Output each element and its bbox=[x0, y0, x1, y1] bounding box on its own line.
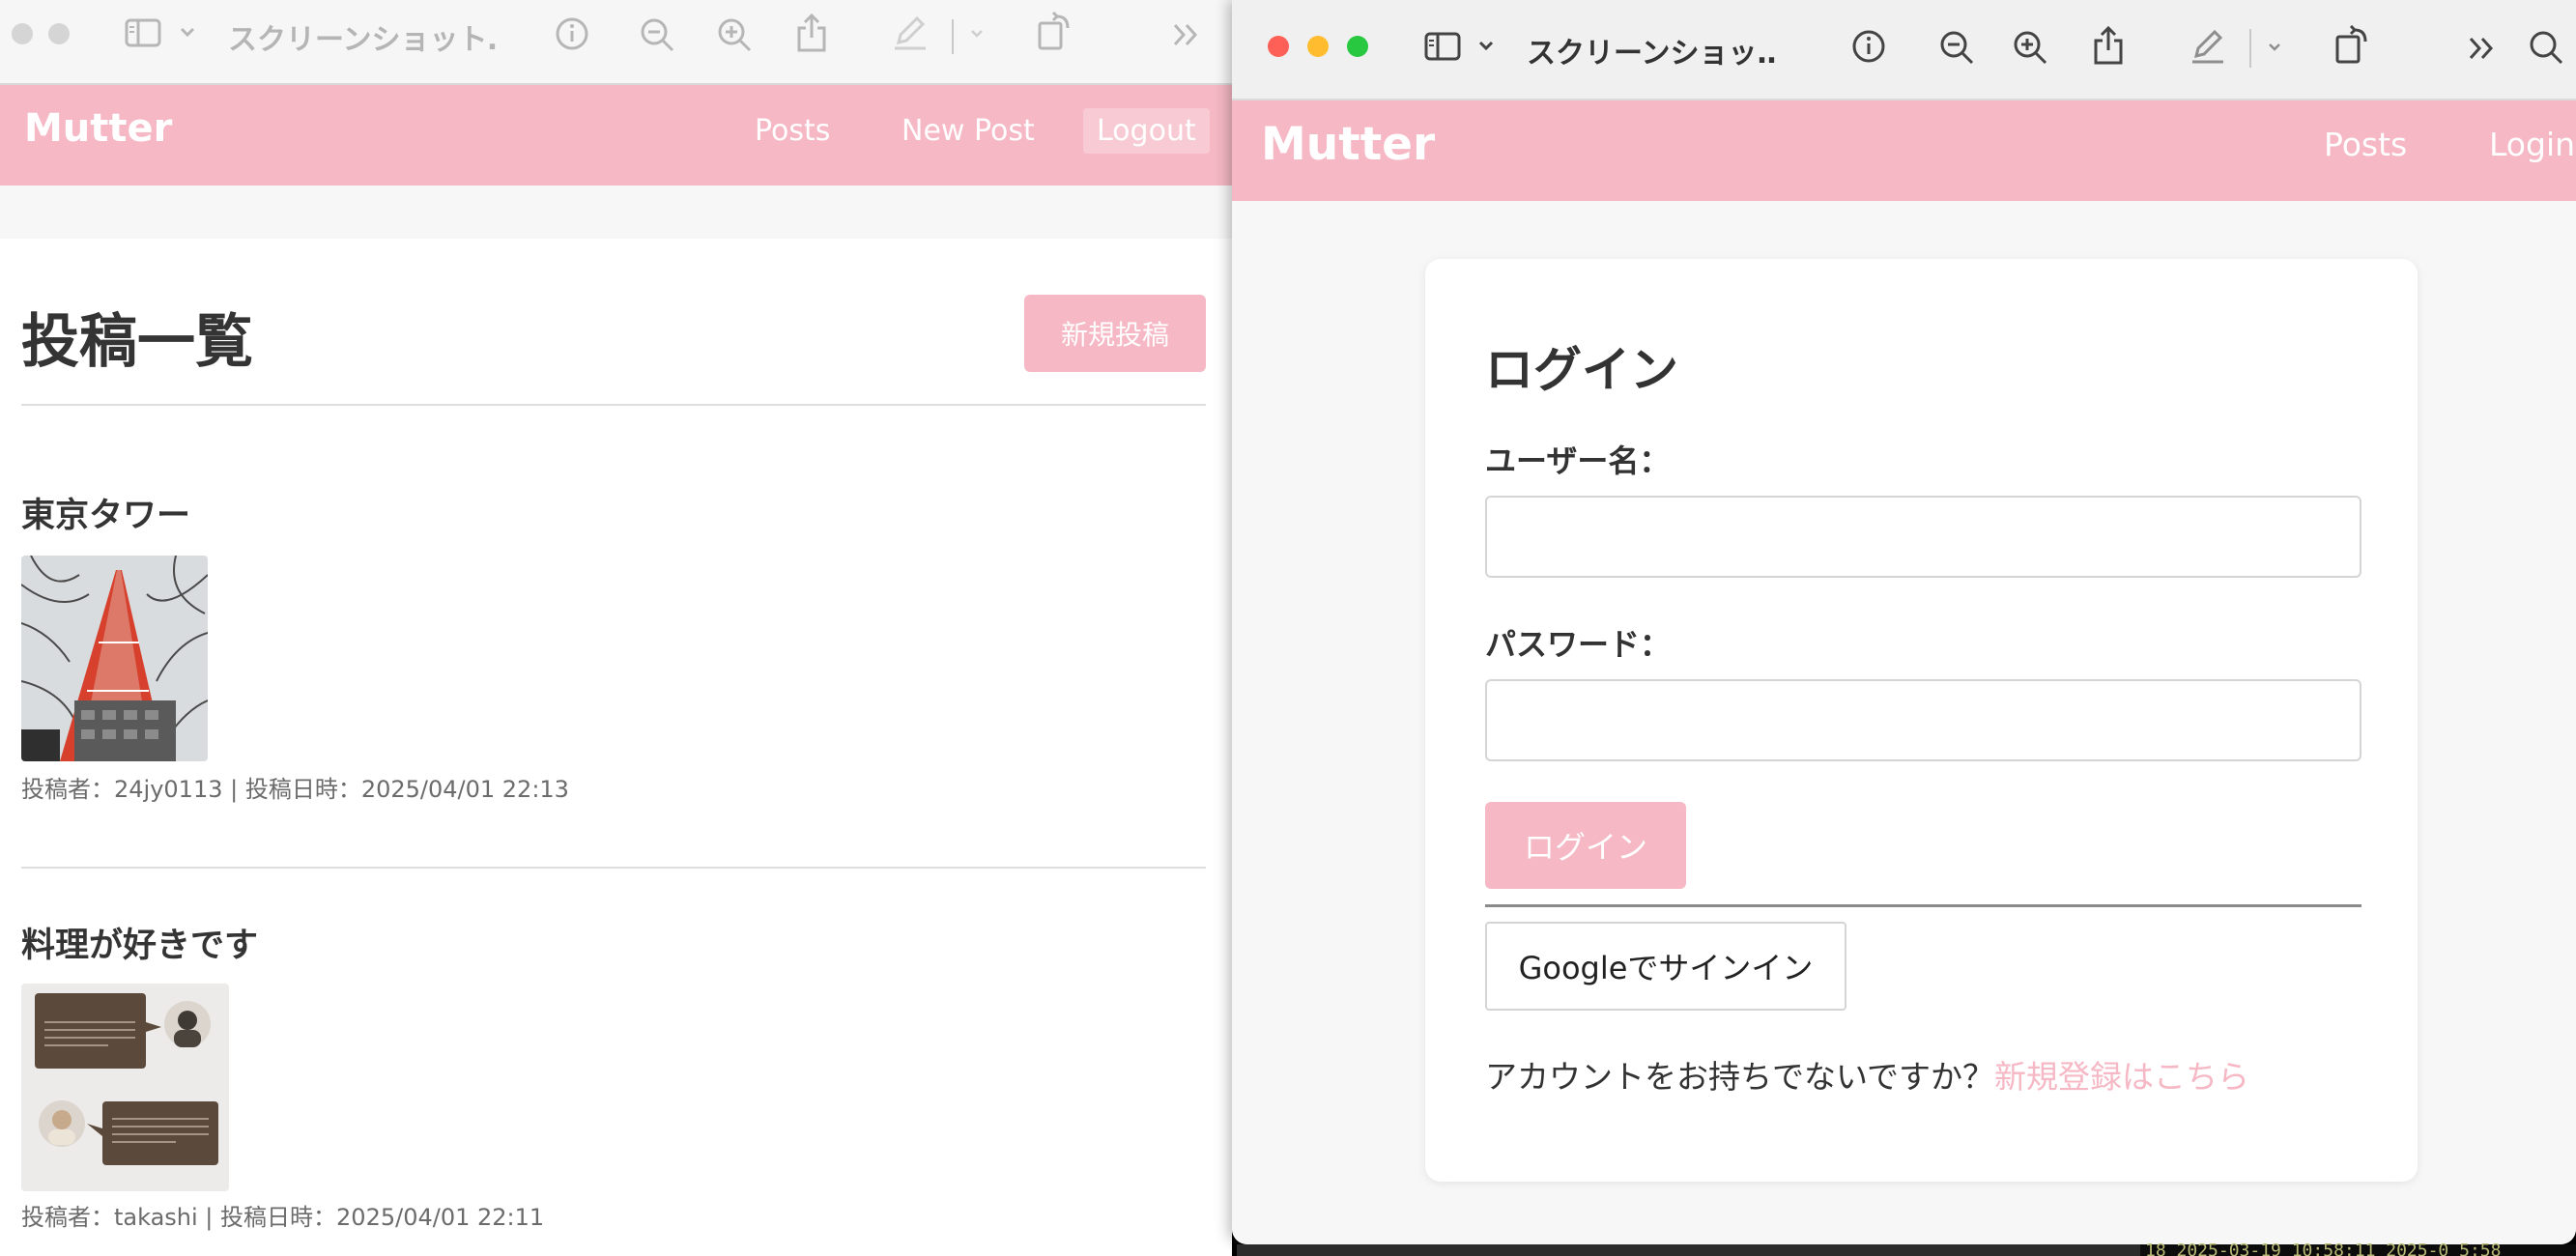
zoom-out-icon[interactable] bbox=[638, 15, 676, 54]
right-window-toolbar: スクリーンショッ… bbox=[1232, 0, 2576, 100]
username-label: ユーザー名： bbox=[1485, 442, 1671, 479]
chevron-down-icon[interactable] bbox=[177, 21, 198, 43]
info-icon[interactable] bbox=[1850, 28, 1887, 65]
window-title: スクリーンショッ… bbox=[1527, 37, 1778, 71]
minimize-button[interactable] bbox=[1307, 36, 1329, 57]
share-icon[interactable] bbox=[2091, 24, 2126, 67]
signup-prompt: アカウントをお持ちでないですか？ bbox=[1485, 1058, 1995, 1096]
signup-link[interactable]: 新規登録はこちら bbox=[1994, 1058, 2249, 1096]
app-navbar: Mutter Posts Login bbox=[1232, 100, 2576, 201]
post-meta: 投稿者：takashi | 投稿日時：2025/04/01 22:11 bbox=[21, 1204, 545, 1231]
right-browser-window: スクリーンショッ… Mutter Posts Login ログイン ユーザー名：… bbox=[1232, 0, 2576, 1244]
post-title: 東京タワー bbox=[21, 497, 191, 535]
divider bbox=[1485, 904, 2361, 907]
zoom-in-icon[interactable] bbox=[715, 15, 754, 54]
password-input[interactable] bbox=[1485, 679, 2361, 761]
page-title: 投稿一覧 bbox=[21, 308, 253, 376]
terminal-text: 18 2025-03-19 10:58:11 2025-0 5:58 bbox=[2145, 1241, 2502, 1256]
divider bbox=[21, 867, 1206, 869]
login-button[interactable]: ログイン bbox=[1485, 802, 1686, 889]
zoom-in-icon[interactable] bbox=[2011, 28, 2049, 67]
chevron-down-icon[interactable] bbox=[1475, 35, 1497, 56]
brand-logo[interactable]: Mutter bbox=[24, 106, 172, 151]
sidebar-icon[interactable] bbox=[1423, 29, 1462, 64]
markup-icon[interactable] bbox=[2189, 27, 2227, 66]
post-image-chat bbox=[21, 984, 229, 1191]
password-label: パスワード： bbox=[1485, 626, 1672, 663]
nav-link-posts[interactable]: Posts bbox=[755, 114, 830, 148]
share-icon[interactable] bbox=[794, 12, 829, 54]
background-window bbox=[1237, 1244, 2140, 1256]
page-body: ログイン ユーザー名： パスワード： ログイン Googleでサインイン アカウ… bbox=[1232, 201, 2576, 1244]
rotate-icon[interactable] bbox=[1036, 12, 1074, 52]
nav-link-new-post[interactable]: New Post bbox=[902, 114, 1035, 148]
sidebar-icon[interactable] bbox=[124, 15, 162, 50]
minimize-button[interactable] bbox=[48, 23, 70, 44]
close-button[interactable] bbox=[1268, 36, 1289, 57]
toolbar-separator bbox=[952, 19, 954, 54]
signup-row: アカウントをお持ちでないですか？新規登録はこちら bbox=[1485, 1051, 2249, 1098]
close-button[interactable] bbox=[12, 23, 33, 44]
login-card: ログイン ユーザー名： パスワード： ログイン Googleでサインイン アカウ… bbox=[1425, 259, 2418, 1182]
nav-link-login[interactable]: Login bbox=[2489, 126, 2575, 163]
chevron-down-icon[interactable] bbox=[968, 25, 986, 43]
zoom-out-icon[interactable] bbox=[1937, 28, 1976, 67]
page-header-gap bbox=[0, 186, 1232, 239]
username-input[interactable] bbox=[1485, 496, 2361, 578]
more-icon[interactable] bbox=[1171, 21, 1202, 48]
nav-link-logout[interactable]: Logout bbox=[1083, 108, 1210, 154]
search-icon[interactable] bbox=[2527, 28, 2565, 67]
maximize-button[interactable] bbox=[1347, 36, 1368, 57]
google-signin-button[interactable]: Googleでサインイン bbox=[1485, 922, 1846, 1011]
post-image-tokyo-tower bbox=[21, 556, 208, 761]
left-browser-window: スクリーンショット… Mutter Posts New Post Logout … bbox=[0, 0, 1232, 1256]
rotate-icon[interactable] bbox=[2333, 25, 2372, 66]
info-icon[interactable] bbox=[554, 15, 590, 52]
new-post-button[interactable]: 新規投稿 bbox=[1024, 295, 1206, 372]
login-title: ログイン bbox=[1485, 342, 1678, 398]
window-title: スクリーンショット… bbox=[228, 23, 499, 57]
nav-link-posts[interactable]: Posts bbox=[2324, 126, 2407, 163]
toolbar-separator bbox=[2249, 29, 2251, 68]
brand-logo[interactable]: Mutter bbox=[1261, 118, 1435, 171]
post-meta: 投稿者：24jy0113 | 投稿日時：2025/04/01 22:13 bbox=[21, 776, 569, 803]
chevron-down-icon[interactable] bbox=[2266, 39, 2283, 56]
divider bbox=[21, 404, 1206, 406]
left-window-toolbar: スクリーンショット… bbox=[0, 0, 1232, 85]
app-navbar: Mutter Posts New Post Logout bbox=[0, 85, 1232, 186]
post-title: 料理が好きです bbox=[21, 927, 259, 965]
markup-icon[interactable] bbox=[891, 14, 930, 52]
more-icon[interactable] bbox=[2467, 35, 2498, 62]
